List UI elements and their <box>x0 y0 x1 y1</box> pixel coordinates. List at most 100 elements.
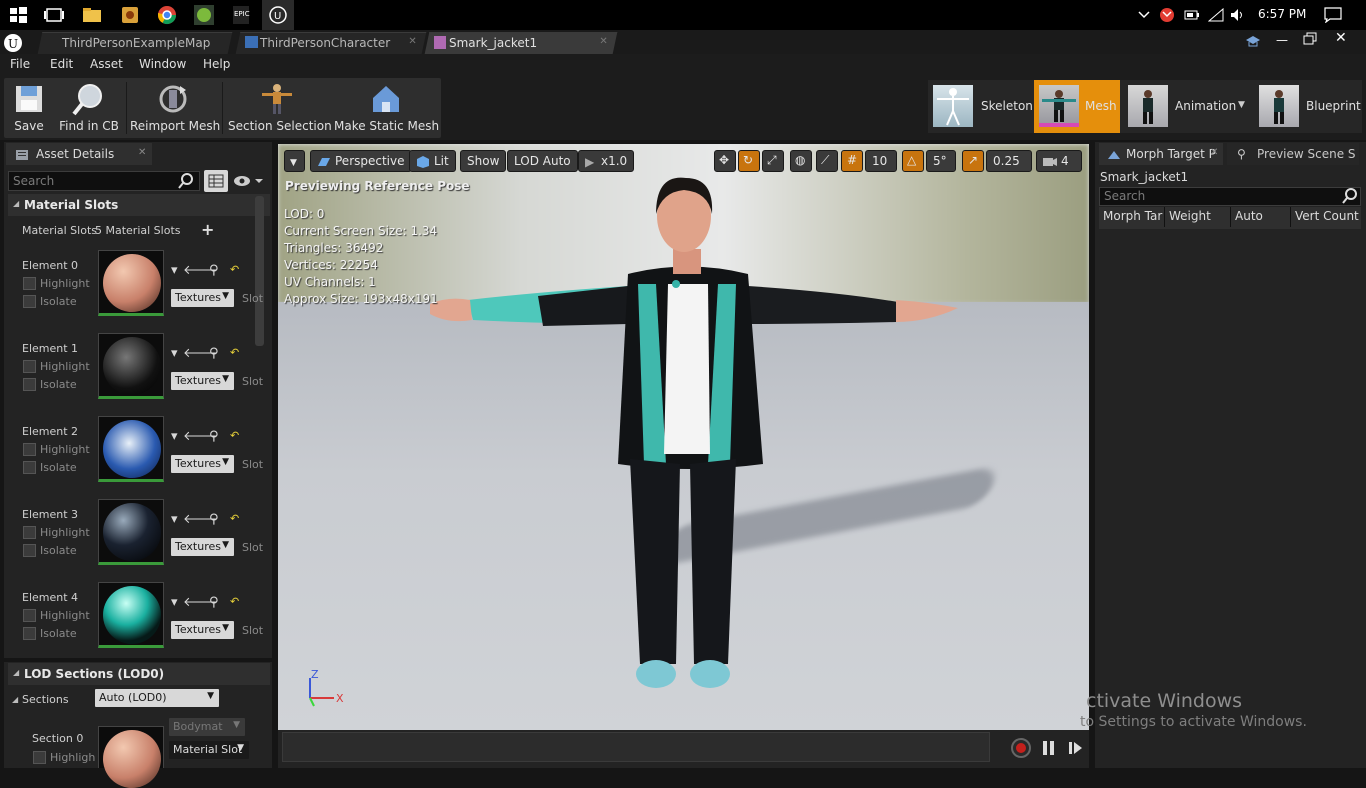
browse-magnifier-icon[interactable]: ⚲ <box>209 429 219 444</box>
close-window-icon[interactable]: ✕ <box>1335 30 1351 46</box>
close-tab-icon[interactable]: ✕ <box>1210 147 1218 158</box>
dropdown-arrow-icon[interactable]: ▾ <box>171 346 178 361</box>
browse-magnifier-icon[interactable]: ⚲ <box>209 595 219 610</box>
isolate-checkbox[interactable] <box>23 627 36 640</box>
lod-sections-category[interactable]: ◢ LOD Sections (LOD0) <box>8 663 270 685</box>
section-material-dropdown[interactable]: Bodymat ▼ <box>169 718 245 736</box>
maximize-window-icon[interactable] <box>1303 32 1319 46</box>
close-tab-icon[interactable]: ✕ <box>599 36 607 47</box>
tab-third-person-example-map[interactable]: ThirdPersonExampleMap <box>37 32 233 54</box>
dropdown-arrow-icon[interactable]: ▾ <box>171 263 178 278</box>
surface-snap-icon[interactable]: ⟋ <box>816 150 838 172</box>
reset-to-default-icon[interactable]: ↶ <box>230 263 239 276</box>
media-app-icon[interactable] <box>118 3 142 27</box>
highlight-checkbox[interactable] <box>23 360 36 373</box>
grid-snap-value[interactable]: 10 <box>865 150 897 172</box>
material-thumbnail[interactable] <box>98 250 164 316</box>
browse-magnifier-icon[interactable]: ⚲ <box>209 263 219 278</box>
reset-to-default-icon[interactable]: ↶ <box>230 346 239 359</box>
eye-view-options-icon[interactable] <box>233 174 265 188</box>
scale-tool-icon[interactable]: ⤢ <box>762 150 784 172</box>
isolate-checkbox[interactable] <box>23 544 36 557</box>
minimize-window-icon[interactable]: — <box>1276 33 1296 47</box>
browse-magnifier-icon[interactable]: ⚲ <box>209 346 219 361</box>
scale-snap-value[interactable]: 0.25 <box>986 150 1032 172</box>
step-forward-icon[interactable] <box>1068 740 1084 756</box>
details-search-input[interactable]: Search <box>8 171 200 191</box>
reset-to-default-icon[interactable]: ↶ <box>230 595 239 608</box>
tab-morph-target-preview[interactable]: Morph Target P ✕ <box>1099 143 1223 165</box>
mode-animation[interactable]: Animation ▼ <box>1123 80 1251 133</box>
mode-skeleton[interactable]: Skeleton <box>928 80 1033 133</box>
gmail-tray-icon[interactable] <box>1160 8 1174 22</box>
material-slots-category[interactable]: ◢ Material Slots <box>8 194 270 216</box>
playback-speed-button[interactable]: ▶ x1.0 <box>578 150 635 172</box>
textures-dropdown[interactable]: Textures ▼ <box>171 372 234 390</box>
notifications-icon[interactable] <box>1324 7 1342 24</box>
file-explorer-icon[interactable] <box>80 3 104 27</box>
find-in-content-browser-button[interactable]: Find in CB <box>56 78 122 138</box>
menu-asset[interactable]: Asset <box>90 57 123 71</box>
column-weight[interactable]: Weight <box>1165 207 1231 227</box>
material-slot-dropdown[interactable]: Material Slot ▼ <box>169 741 249 759</box>
close-tab-icon[interactable]: ✕ <box>138 147 146 158</box>
mode-blueprint[interactable]: Blueprint <box>1254 80 1362 133</box>
mode-mesh[interactable]: Mesh <box>1034 80 1120 133</box>
pause-icon[interactable] <box>1042 740 1056 756</box>
material-thumbnail[interactable] <box>98 333 164 399</box>
menu-file[interactable]: File <box>10 57 30 71</box>
preview-viewport[interactable]: ▼ Perspective Lit Show LOD Auto ▶ x1.0 ✥… <box>278 144 1089 730</box>
menu-edit[interactable]: Edit <box>50 57 73 71</box>
collapse-arrow-icon[interactable]: ◢ <box>12 695 18 704</box>
section-selection-button[interactable]: Section Selection <box>228 78 332 138</box>
isolate-checkbox[interactable] <box>23 295 36 308</box>
unreal-editor-taskbar-icon[interactable]: U <box>262 0 294 30</box>
menu-help[interactable]: Help <box>203 57 230 71</box>
menu-window[interactable]: Window <box>139 57 186 71</box>
highlight-checkbox[interactable] <box>23 277 36 290</box>
scale-snap-icon[interactable]: ↗ <box>962 150 984 172</box>
material-thumbnail[interactable] <box>98 499 164 565</box>
save-button[interactable]: Save <box>6 78 52 138</box>
timeline-scrubber[interactable] <box>282 732 990 762</box>
column-morph-target[interactable]: Morph Tar <box>1099 207 1165 227</box>
source-control-icon[interactable] <box>1244 34 1262 50</box>
reset-to-default-icon[interactable]: ↶ <box>230 512 239 525</box>
textures-dropdown[interactable]: Textures ▼ <box>171 621 234 639</box>
rotation-snap-value[interactable]: 5° <box>926 150 956 172</box>
battery-icon[interactable] <box>1184 9 1200 21</box>
tab-preview-scene-settings[interactable]: ⚲ Preview Scene S <box>1227 143 1359 165</box>
reset-to-default-icon[interactable]: ↶ <box>230 429 239 442</box>
tab-asset-details[interactable]: Asset Details ✕ <box>6 143 152 165</box>
volume-icon[interactable] <box>1230 8 1246 22</box>
highlight-checkbox[interactable] <box>33 751 46 764</box>
chrome-icon[interactable] <box>155 3 179 27</box>
reimport-mesh-button[interactable]: Reimport Mesh <box>130 78 220 138</box>
task-view-icon[interactable] <box>42 3 66 27</box>
textures-dropdown[interactable]: Textures ▼ <box>171 538 234 556</box>
details-scrollbar[interactable] <box>255 196 264 346</box>
isolate-checkbox[interactable] <box>23 378 36 391</box>
material-thumbnail[interactable] <box>98 582 164 648</box>
isolate-checkbox[interactable] <box>23 461 36 474</box>
character-mesh[interactable] <box>418 174 978 704</box>
highlight-checkbox[interactable] <box>23 526 36 539</box>
dropdown-arrow-icon[interactable]: ▾ <box>171 512 178 527</box>
green-app-icon[interactable] <box>192 3 216 27</box>
dropdown-arrow-icon[interactable]: ▾ <box>171 595 178 610</box>
close-tab-icon[interactable]: ✕ <box>408 36 416 47</box>
highlight-checkbox[interactable] <box>23 443 36 456</box>
highlight-checkbox[interactable] <box>23 609 36 622</box>
camera-speed-button[interactable]: 4 <box>1036 150 1082 172</box>
rotation-snap-icon[interactable]: △ <box>902 150 924 172</box>
section-material-thumbnail[interactable] <box>98 726 164 788</box>
world-local-icon[interactable]: ◍ <box>790 150 812 172</box>
rotate-tool-icon[interactable]: ↻ <box>738 150 760 172</box>
make-static-mesh-button[interactable]: Make Static Mesh <box>334 78 439 138</box>
show-flags-button[interactable]: Show <box>460 150 507 172</box>
browse-magnifier-icon[interactable]: ⚲ <box>209 512 219 527</box>
translate-tool-icon[interactable]: ✥ <box>714 150 736 172</box>
epic-launcher-icon[interactable]: EPIC <box>229 3 253 27</box>
textures-dropdown[interactable]: Textures ▼ <box>171 455 234 473</box>
tab-third-person-character[interactable]: ThirdPersonCharacter ✕ <box>235 32 427 54</box>
